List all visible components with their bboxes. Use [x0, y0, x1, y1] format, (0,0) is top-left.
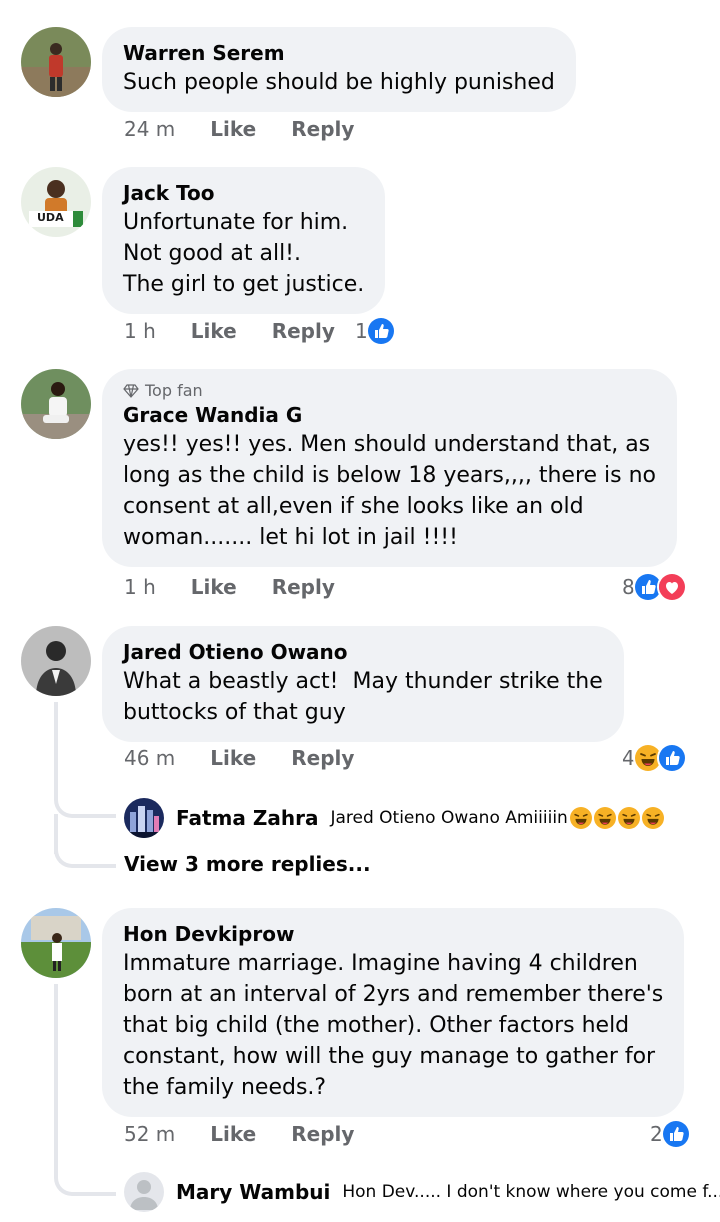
comment-bubble: Warren Serem Such people should be highl… — [102, 27, 576, 112]
commenter-name[interactable]: Grace Wandia G — [123, 401, 656, 429]
comment-actions: 24 m Like Reply — [124, 117, 354, 141]
comment-bubble: Jared Otieno Owano What a beastly act! M… — [102, 626, 624, 742]
comment-bubble: Hon Devkiprow Immature marriage. Imagine… — [102, 908, 685, 1117]
comment-actions: 46 m Like Reply — [124, 746, 354, 770]
comment-text: Such people should be highly punished — [123, 70, 555, 95]
comment-time[interactable]: 52 m — [124, 1122, 175, 1146]
like-button[interactable]: Like — [191, 319, 237, 343]
reply-button[interactable]: Reply — [291, 746, 354, 770]
reaction-summary[interactable]: 4 — [622, 743, 687, 773]
commenter-name[interactable]: Jared Otieno Owano — [123, 638, 603, 666]
commenter-name[interactable]: Hon Devkiprow — [123, 920, 663, 948]
thread-line — [54, 984, 116, 1196]
comment-actions: 52 m Like Reply — [124, 1122, 354, 1146]
reaction-summary[interactable]: 2 — [650, 1119, 691, 1149]
reaction-summary[interactable]: 1 — [355, 316, 396, 346]
top-fan-badge: Top fan — [123, 381, 656, 401]
avatar[interactable] — [124, 1172, 164, 1212]
comment-time[interactable]: 24 m — [124, 117, 175, 141]
avatar[interactable] — [124, 798, 164, 838]
laughing-emoji-icon — [642, 807, 664, 829]
reply-author[interactable]: Fatma Zahra — [176, 806, 318, 830]
avatar[interactable] — [21, 626, 91, 696]
reply-button[interactable]: Reply — [272, 575, 335, 599]
comment-text: Immature marriage. Imagine having 4 chil… — [123, 951, 664, 1100]
top-fan-label: Top fan — [145, 381, 203, 400]
commenter-name[interactable]: Jack Too — [123, 179, 364, 207]
thread-line — [54, 702, 116, 818]
reply-preview[interactable]: Fatma Zahra Jared Otieno Owano Amiiiiin — [124, 798, 664, 838]
view-more-replies-link[interactable]: View 3 more replies... — [124, 852, 371, 876]
like-button[interactable]: Like — [191, 575, 237, 599]
reply-preview[interactable]: Mary Wambui Hon Dev..... I don't know wh… — [124, 1172, 720, 1212]
avatar[interactable] — [21, 369, 91, 439]
like-button[interactable]: Like — [210, 1122, 256, 1146]
comment-bubble: Top fan Grace Wandia G yes!! yes!! yes. … — [102, 369, 678, 567]
reply-button[interactable]: Reply — [272, 319, 335, 343]
reply-snippet: Jared Otieno Owano Amiiiiin — [330, 808, 568, 828]
avatar-badge-text: UDA — [37, 211, 64, 224]
thread-line — [54, 830, 116, 868]
like-icon — [656, 743, 687, 773]
avatar[interactable] — [21, 908, 91, 978]
comment-time[interactable]: 46 m — [124, 746, 175, 770]
like-icon — [660, 1119, 691, 1149]
avatar[interactable]: UDA — [21, 167, 91, 237]
love-icon — [656, 572, 687, 602]
comment-text: yes!! yes!! yes. Men should understand t… — [123, 432, 657, 550]
reply-button[interactable]: Reply — [291, 117, 354, 141]
comment-text: Unfortunate for him. Not good at all!. T… — [123, 210, 365, 297]
laughing-emoji-icon — [618, 807, 640, 829]
reaction-summary[interactable]: 8 — [622, 572, 687, 602]
reply-text: Jared Otieno Owano Amiiiiin — [330, 807, 663, 829]
like-icon — [365, 316, 396, 346]
comment-text: What a beastly act! May thunder strike t… — [123, 669, 603, 725]
comment-bubble: Jack Too Unfortunate for him. Not good a… — [102, 167, 386, 314]
comment-actions: 1 h Like Reply — [124, 575, 335, 599]
like-button[interactable]: Like — [210, 117, 256, 141]
diamond-icon — [123, 384, 139, 398]
laughing-emoji-icon — [594, 807, 616, 829]
comment-time[interactable]: 1 h — [124, 319, 156, 343]
laughing-emoji-icon — [570, 807, 592, 829]
comment-actions: 1 h Like Reply — [124, 319, 335, 343]
reply-text: Hon Dev..... I don't know where you come… — [342, 1182, 720, 1202]
avatar[interactable] — [21, 27, 91, 97]
commenter-name[interactable]: Warren Serem — [123, 39, 555, 67]
like-button[interactable]: Like — [210, 746, 256, 770]
reply-button[interactable]: Reply — [291, 1122, 354, 1146]
comment-time[interactable]: 1 h — [124, 575, 156, 599]
reply-author[interactable]: Mary Wambui — [176, 1180, 330, 1204]
